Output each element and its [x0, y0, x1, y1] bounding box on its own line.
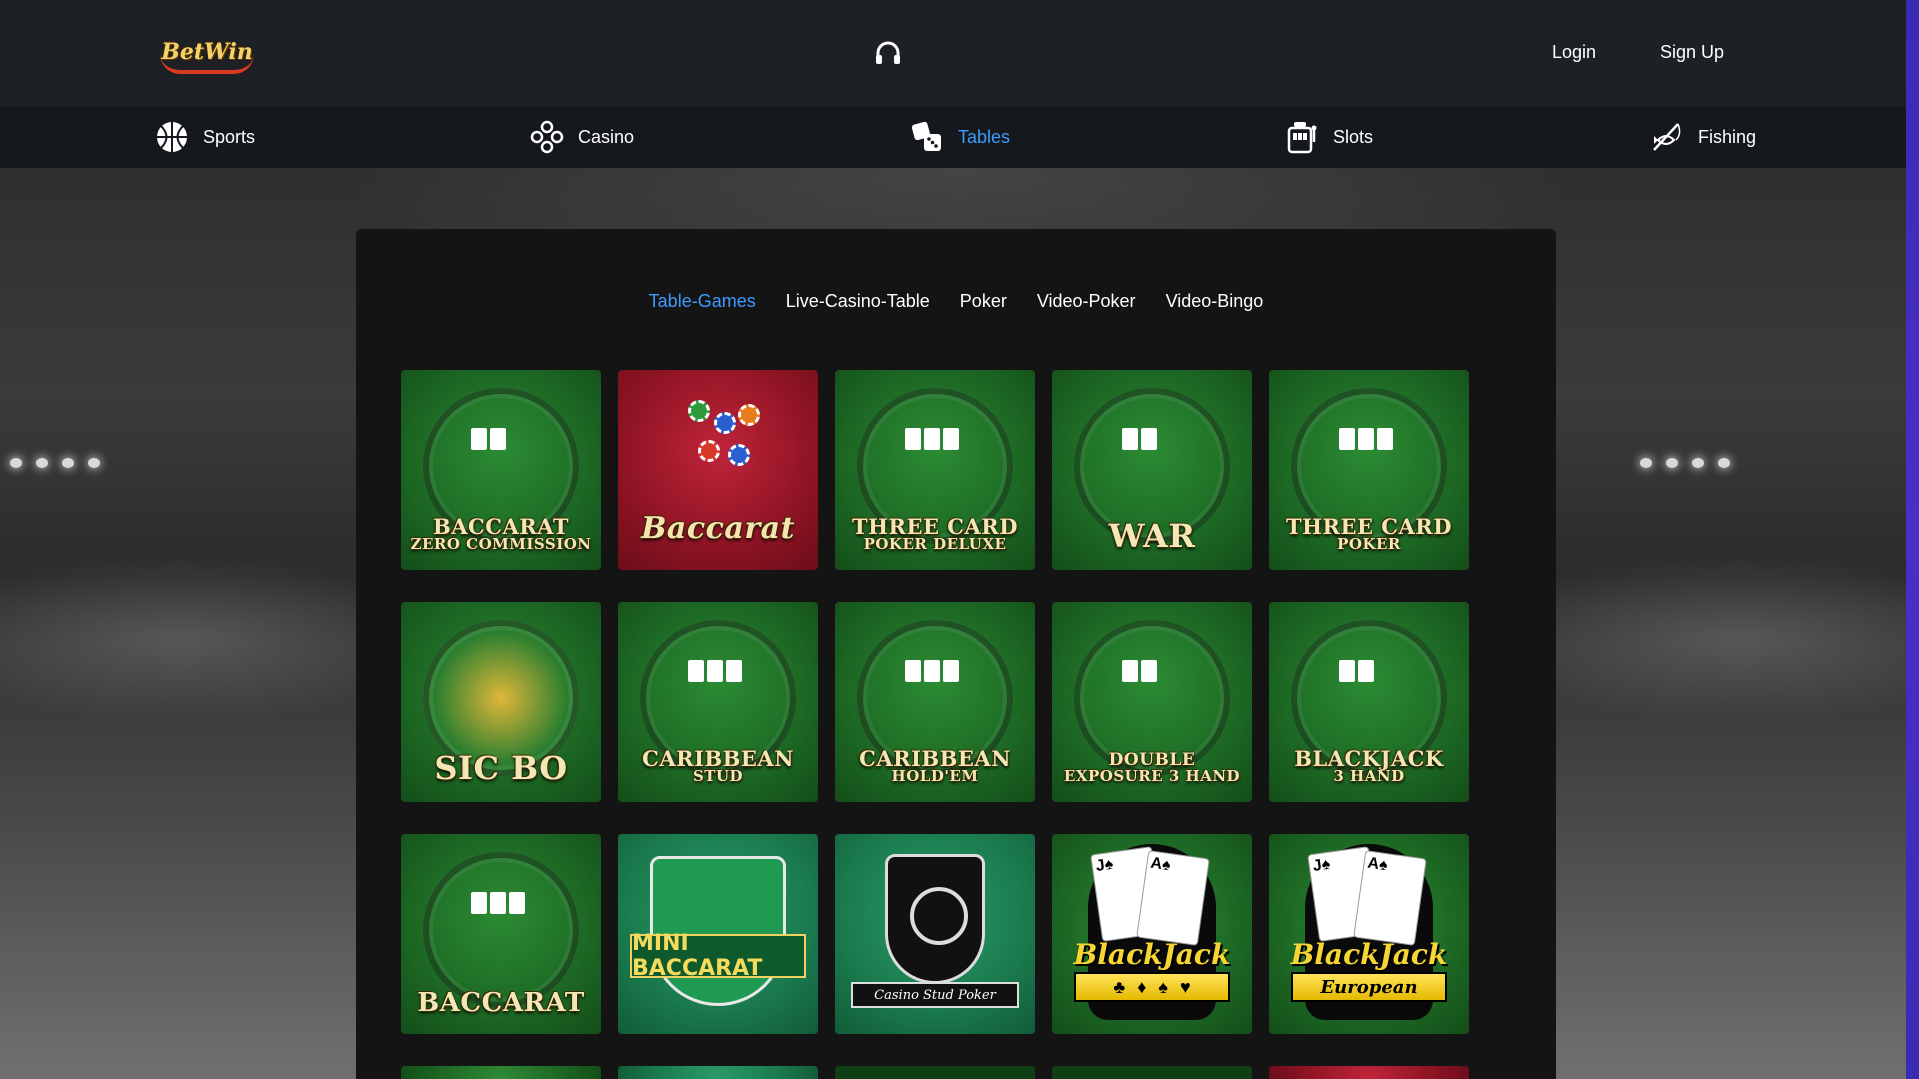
game-title-line2: 3 HAND — [1333, 767, 1405, 785]
game-title: THREE CARD POKER DELUXE — [835, 516, 1035, 552]
game-tile-baccarat-classic[interactable]: BACCARAT — [401, 834, 601, 1034]
game-title: BlackJack — [1073, 938, 1231, 971]
game-title: Casino Stud Poker — [851, 982, 1019, 1008]
cards-graphic — [688, 660, 742, 682]
category-nav: Sports Casino Tables Slots Fishing — [0, 107, 1906, 168]
nav-item-fishing[interactable]: Fishing — [1650, 119, 1756, 155]
game-tile-partial[interactable] — [1269, 1066, 1469, 1079]
game-subtitle: European — [1291, 972, 1447, 1002]
game-title-line2: HOLD'EM — [891, 767, 979, 785]
cards-graphic — [1122, 660, 1157, 682]
nav-label-tables: Tables — [958, 126, 1011, 147]
nav-label-casino: Casino — [578, 126, 635, 147]
game-title-line2: POKER — [1337, 535, 1401, 553]
cards-graphic — [1339, 660, 1374, 682]
cards-graphic — [471, 428, 506, 450]
game-tile-caribbean-stud[interactable]: CARIBBEAN STUD — [618, 602, 818, 802]
game-title-line2: EXPOSURE 3 HAND — [1063, 767, 1241, 785]
cards-graphic — [1339, 428, 1393, 450]
game-title: BlackJack — [1290, 938, 1448, 971]
nav-item-tables[interactable]: Tables — [910, 119, 1010, 155]
game-title: BLACKJACK 3 HAND — [1269, 748, 1469, 784]
game-tile-partial[interactable] — [618, 1066, 818, 1079]
table-graphic — [423, 852, 579, 1008]
game-title: THREE CARD POKER — [1269, 516, 1469, 552]
game-title: CARIBBEAN STUD — [618, 748, 818, 784]
game-title: WAR — [1108, 517, 1196, 555]
cards-graphic — [905, 428, 959, 450]
cards-graphic — [1122, 428, 1157, 450]
slot-machine-icon — [1287, 122, 1317, 154]
cards-graphic — [471, 892, 525, 914]
game-tile-baccarat-zero-commission[interactable]: BACCARAT ZERO COMMISSION — [401, 370, 601, 570]
game-title-line2: STUD — [692, 767, 744, 785]
headset-icon[interactable] — [872, 38, 904, 70]
nav-item-slots[interactable]: Slots — [1285, 119, 1373, 155]
cards-graphic — [905, 660, 959, 682]
game-tile-three-card-poker[interactable]: THREE CARD POKER — [1269, 370, 1469, 570]
tab-table-games[interactable]: Table-Games — [649, 291, 756, 312]
game-tile-partial[interactable] — [401, 1066, 601, 1079]
game-tile-sic-bo[interactable]: SIC BO — [401, 602, 601, 802]
tab-live-casino-table[interactable]: Live-Casino-Table — [786, 291, 930, 312]
suits-bar: ♣ ♦ ♠ ♥ — [1074, 972, 1230, 1002]
game-tile-war[interactable]: WAR — [1052, 370, 1252, 570]
signup-link[interactable]: Sign Up — [1660, 42, 1724, 63]
login-link[interactable]: Login — [1552, 42, 1596, 63]
game-title-line2: POKER DELUXE — [863, 535, 1007, 553]
game-title: CARIBBEAN HOLD'EM — [835, 748, 1035, 784]
game-title: BACCARAT — [417, 988, 585, 1018]
chips-icon — [530, 120, 564, 154]
game-tile-three-card-poker-deluxe[interactable]: THREE CARD POKER DELUXE — [835, 370, 1035, 570]
tab-poker[interactable]: Poker — [960, 291, 1007, 312]
nav-item-casino[interactable]: Casino — [530, 119, 634, 155]
game-tile-partial[interactable] — [835, 1066, 1035, 1079]
game-tile-casino-stud-poker[interactable]: Casino Stud Poker — [835, 834, 1035, 1034]
game-tile-blackjack-3-hand[interactable]: BLACKJACK 3 HAND — [1269, 602, 1469, 802]
page-scrollbar[interactable] — [1906, 0, 1919, 1079]
game-grid: BACCARAT ZERO COMMISSION Baccarat THREE … — [401, 370, 1501, 1034]
game-tile-mini-baccarat[interactable]: MINI BACCARAT — [618, 834, 818, 1034]
tab-video-bingo[interactable]: Video-Bingo — [1166, 291, 1264, 312]
game-type-tabs: Table-Games Live-Casino-Table Poker Vide… — [356, 291, 1556, 312]
games-panel: Table-Games Live-Casino-Table Poker Vide… — [356, 229, 1556, 1079]
fishing-icon — [1653, 123, 1681, 151]
game-title-line2: ZERO COMMISSION — [410, 535, 592, 553]
game-title: BACCARAT ZERO COMMISSION — [401, 516, 601, 552]
tab-video-poker[interactable]: Video-Poker — [1037, 291, 1136, 312]
game-tile-partial[interactable] — [1052, 1066, 1252, 1079]
nav-label-fishing: Fishing — [1698, 126, 1757, 147]
top-bar: BetWin Login Sign Up — [0, 0, 1906, 107]
game-title: MINI BACCARAT — [630, 931, 806, 981]
game-grid-next-row — [401, 1066, 1501, 1079]
dice-icon — [911, 121, 941, 151]
nav-item-sports[interactable]: Sports — [155, 119, 255, 155]
game-tile-caribbean-holdem[interactable]: CARIBBEAN HOLD'EM — [835, 602, 1035, 802]
nav-label-sports: Sports — [203, 126, 256, 147]
nav-label-slots: Slots — [1333, 126, 1374, 147]
chips-graphic — [678, 400, 768, 480]
game-tile-blackjack[interactable]: J♠ A♠ BlackJack ♣ ♦ ♠ ♥ — [1052, 834, 1252, 1034]
basketball-icon — [157, 122, 187, 152]
game-tile-double-exposure-3-hand[interactable]: DOUBLE EXPOSURE 3 HAND — [1052, 602, 1252, 802]
game-title: SIC BO — [434, 749, 568, 787]
game-title: Baccarat — [641, 511, 795, 546]
game-tile-baccarat[interactable]: Baccarat — [618, 370, 818, 570]
game-tile-blackjack-european[interactable]: J♠ A♠ BlackJack European — [1269, 834, 1469, 1034]
game-title: DOUBLE EXPOSURE 3 HAND — [1052, 752, 1252, 784]
site-logo[interactable]: BetWin — [160, 34, 254, 74]
anchor-emblem-icon — [885, 854, 985, 984]
